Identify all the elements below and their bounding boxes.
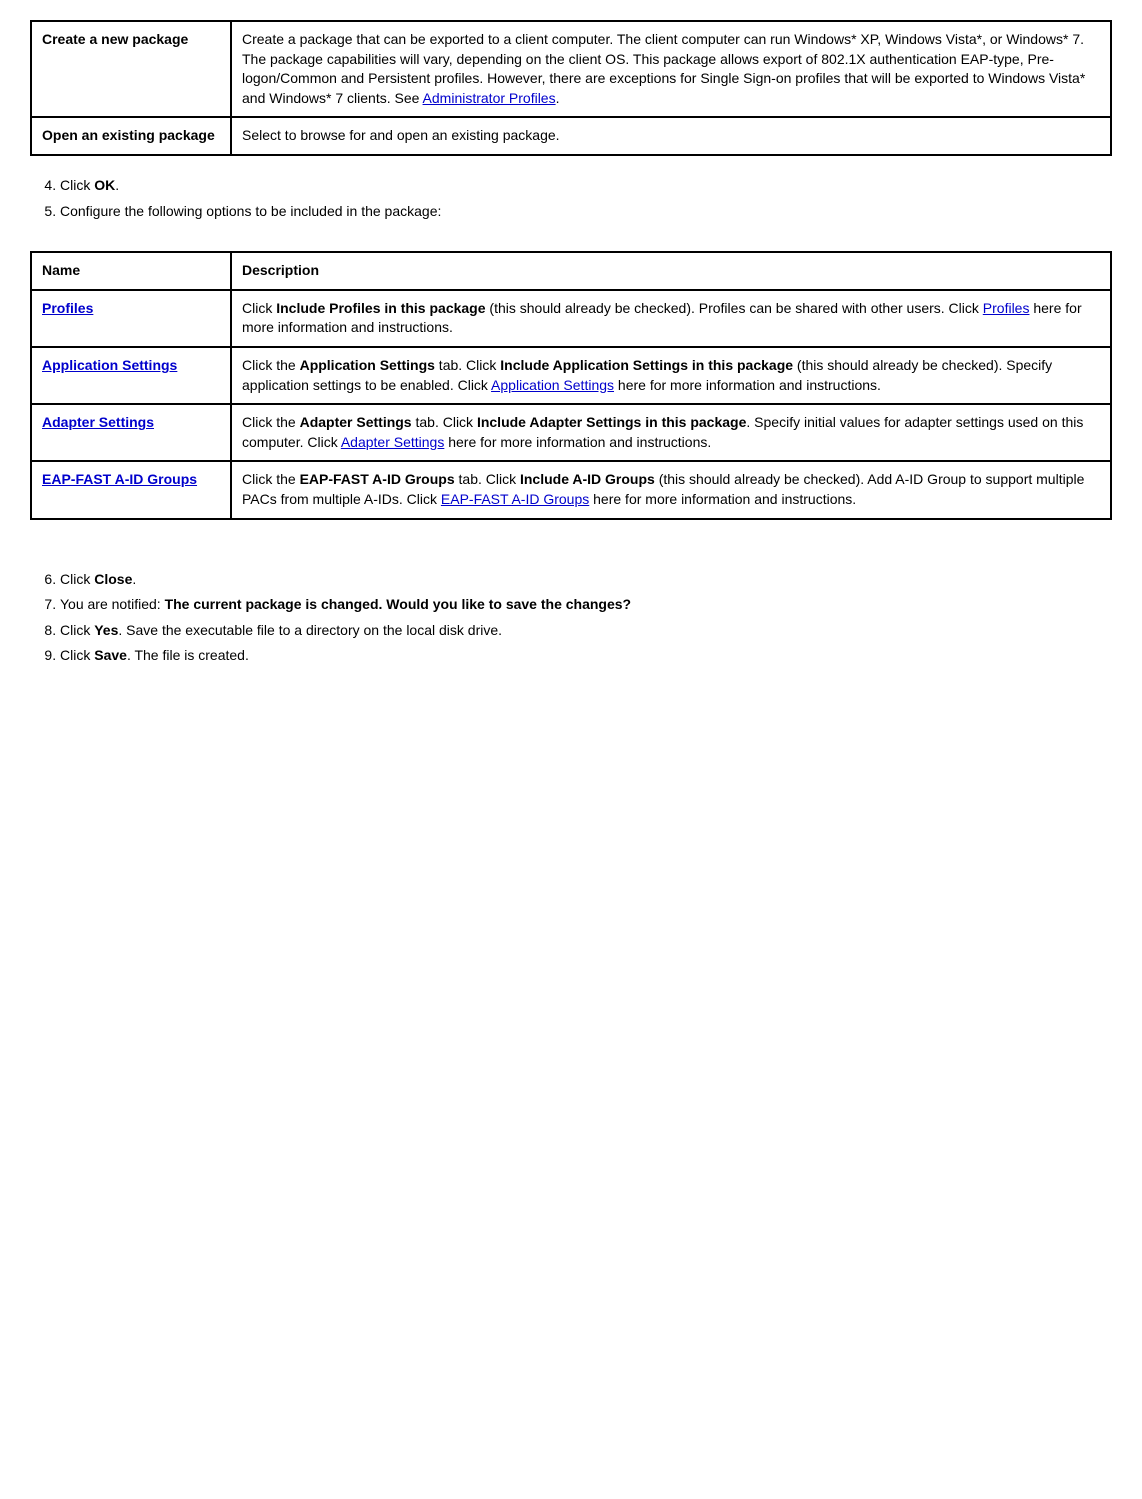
desc-bold-3: EAP-FAST A-ID Groups: [300, 471, 455, 487]
table1-row-0: Create a new packageCreate a package tha…: [31, 21, 1111, 117]
table2-name-link-2[interactable]: Adapter Settings: [42, 414, 154, 430]
steps-after-list: Click Close. You are notified: The curren…: [60, 570, 1112, 666]
table1-cell-desc-0: Create a package that can be exported to…: [231, 21, 1111, 117]
desc-bold-3: Include A-ID Groups: [520, 471, 655, 487]
step-5: Configure the following options to be in…: [60, 202, 1112, 222]
table1-cell-desc-1: Select to browse for and open an existin…: [231, 117, 1111, 155]
table2-cell-name-3: EAP-FAST A-ID Groups: [31, 461, 231, 518]
table2-cell-desc-1: Click the Application Settings tab. Clic…: [231, 347, 1111, 404]
col-desc-header: Description: [231, 252, 1111, 290]
configure-options-table: Name Description ProfilesClick Include P…: [30, 251, 1112, 519]
table2-name-link-0[interactable]: Profiles: [42, 300, 93, 316]
col-name-header: Name: [31, 252, 231, 290]
table2-name-link-3[interactable]: EAP-FAST A-ID Groups: [42, 471, 197, 487]
desc-bold-1: Application Settings: [300, 357, 435, 373]
table2-row-0: ProfilesClick Include Profiles in this p…: [31, 290, 1111, 347]
desc-bold-2: Include Adapter Settings in this package: [477, 414, 746, 430]
step-after-6: Click Close.: [60, 570, 1112, 590]
desc-bold-0: Include Profiles in this package: [276, 300, 485, 316]
step-4-bold: OK: [94, 177, 115, 193]
table2-cell-desc-3: Click the EAP-FAST A-ID Groups tab. Clic…: [231, 461, 1111, 518]
step-8-bold: Yes: [94, 622, 118, 638]
desc-bold-1: Include Application Settings in this pac…: [500, 357, 793, 373]
step-6-bold: Close: [94, 571, 132, 587]
administrator-profiles-link[interactable]: Administrator Profiles: [423, 90, 556, 106]
table1-cell-name-1: Open an existing package: [31, 117, 231, 155]
table2-row-3: EAP-FAST A-ID GroupsClick the EAP-FAST A…: [31, 461, 1111, 518]
table1-cell-name-0: Create a new package: [31, 21, 231, 117]
step-7-notification: The current package is changed. Would yo…: [165, 596, 632, 612]
steps-before-list: Click OK. Configure the following option…: [60, 176, 1112, 221]
table2-row-1: Application SettingsClick the Applicatio…: [31, 347, 1111, 404]
step-after-9: Click Save. The file is created.: [60, 646, 1112, 666]
desc-bold-2: Adapter Settings: [300, 414, 412, 430]
table2-header-row: Name Description: [31, 252, 1111, 290]
table1-row-1: Open an existing packageSelect to browse…: [31, 117, 1111, 155]
package-options-table: Create a new packageCreate a package tha…: [30, 20, 1112, 156]
step-after-8: Click Yes. Save the executable file to a…: [60, 621, 1112, 641]
table2-cell-name-0: Profiles: [31, 290, 231, 347]
table2-cell-desc-0: Click Include Profiles in this package (…: [231, 290, 1111, 347]
desc-link-0[interactable]: Profiles: [983, 300, 1030, 316]
desc-link-2[interactable]: Adapter Settings: [341, 434, 445, 450]
step-4: Click OK.: [60, 176, 1112, 196]
table2-cell-name-2: Adapter Settings: [31, 404, 231, 461]
table2-cell-name-1: Application Settings: [31, 347, 231, 404]
step-9-bold: Save: [94, 647, 127, 663]
desc-link-3[interactable]: EAP-FAST A-ID Groups: [441, 491, 589, 507]
step-after-7: You are notified: The current package is…: [60, 595, 1112, 615]
desc-link-1[interactable]: Application Settings: [491, 377, 614, 393]
table2-name-link-1[interactable]: Application Settings: [42, 357, 177, 373]
table2-cell-desc-2: Click the Adapter Settings tab. Click In…: [231, 404, 1111, 461]
table2-row-2: Adapter SettingsClick the Adapter Settin…: [31, 404, 1111, 461]
